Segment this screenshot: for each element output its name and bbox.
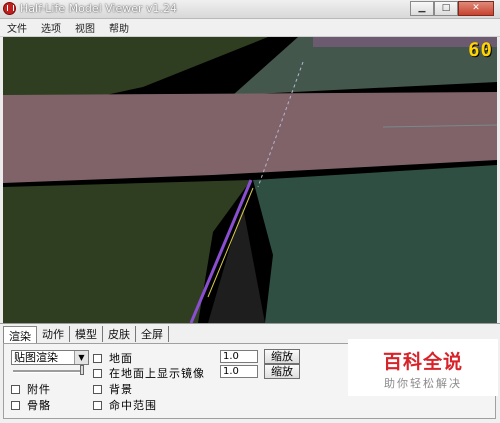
hitboxes-option[interactable]: 命中范围 <box>93 397 157 413</box>
ground-scale-button[interactable]: 缩放 <box>264 349 300 364</box>
bones-option[interactable]: 骨骼 <box>11 397 51 413</box>
tab-model[interactable]: 模型 <box>70 326 103 342</box>
hitboxes-label: 命中范围 <box>109 399 157 412</box>
background-option[interactable]: 背景 <box>93 381 133 397</box>
app-logo-icon <box>3 2 16 15</box>
menu-help[interactable]: 帮助 <box>102 20 136 35</box>
scene-pink-beam <box>3 92 497 183</box>
attachments-label: 附件 <box>27 383 51 396</box>
attachments-option[interactable]: 附件 <box>11 381 51 397</box>
scene-teal-floor <box>253 165 497 323</box>
tab-fullscreen[interactable]: 全屏 <box>136 326 169 342</box>
mirror-scale-button[interactable]: 缩放 <box>264 364 300 379</box>
mirror-label: 在地面上显示镜像 <box>109 367 205 380</box>
chevron-down-icon[interactable]: ▼ <box>74 351 88 364</box>
tab-skin[interactable]: 皮肤 <box>103 326 136 342</box>
window-title: Half-Life Model Viewer v1.24 <box>20 2 178 15</box>
bones-checkbox[interactable] <box>11 400 20 410</box>
tab-bar: 渲染 动作 模型 皮肤 全屏 <box>3 326 169 344</box>
fps-counter: 60 <box>468 39 493 61</box>
watermark-logo: 百科全说 助你轻松解决 <box>348 339 498 396</box>
window-controls: ▁ □ ✕ <box>410 1 494 16</box>
close-button[interactable]: ✕ <box>458 1 494 16</box>
tab-animation[interactable]: 动作 <box>37 326 70 342</box>
attachments-checkbox[interactable] <box>11 384 20 394</box>
transparency-slider[interactable] <box>13 370 83 373</box>
slider-handle[interactable] <box>80 365 84 375</box>
menu-options[interactable]: 选项 <box>34 20 68 35</box>
render-mode-value: 贴图渲染 <box>14 351 58 364</box>
hitboxes-checkbox[interactable] <box>93 400 102 410</box>
maximize-button[interactable]: □ <box>434 1 458 16</box>
tab-render[interactable]: 渲染 <box>3 326 37 344</box>
watermark-subtitle: 助你轻松解决 <box>384 377 462 390</box>
menu-file[interactable]: 文件 <box>0 20 34 35</box>
minimize-button[interactable]: ▁ <box>410 1 434 16</box>
background-label: 背景 <box>109 383 133 396</box>
render-mode-select[interactable]: 贴图渲染 ▼ <box>11 350 89 365</box>
scene-lower-green-plane <box>3 180 251 323</box>
ground-option[interactable]: 地面 <box>93 350 133 366</box>
menu-bar: 文件 选项 视图 帮助 <box>0 19 500 37</box>
render-viewport[interactable]: 60 <box>3 37 497 323</box>
menu-view[interactable]: 视图 <box>68 20 102 35</box>
mirror-option[interactable]: 在地面上显示镜像 <box>93 365 214 381</box>
watermark-title: 百科全说 <box>382 351 463 373</box>
viewport-scene <box>3 37 497 323</box>
mirror-scale-input[interactable]: 1.0 <box>220 365 258 378</box>
ground-scale-input[interactable]: 1.0 <box>220 350 258 363</box>
ground-checkbox[interactable] <box>93 353 102 363</box>
mirror-checkbox[interactable] <box>93 368 102 378</box>
background-checkbox[interactable] <box>93 384 102 394</box>
ground-label: 地面 <box>109 352 133 365</box>
title-bar: Half-Life Model Viewer v1.24 ▁ □ ✕ <box>0 0 500 19</box>
bones-label: 骨骼 <box>27 399 51 412</box>
